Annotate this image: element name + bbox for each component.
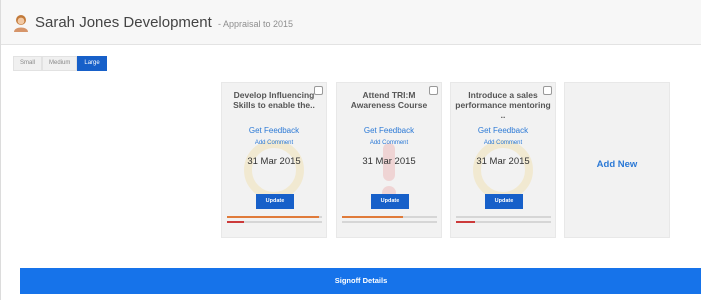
avatar-icon	[14, 15, 28, 32]
progress-bar-secondary	[227, 221, 322, 223]
due-date: 31 Mar 2015	[247, 156, 301, 167]
progress-bar-secondary	[456, 221, 551, 223]
progress-fill	[456, 221, 475, 223]
size-medium-button[interactable]: Medium	[42, 56, 78, 71]
header: Sarah Jones Development - Appraisal to 2…	[1, 0, 701, 45]
page-subtitle: - Appraisal to 2015	[217, 19, 294, 29]
progress-bar-primary	[342, 216, 437, 218]
app-frame: Sarah Jones Development - Appraisal to 2…	[0, 0, 701, 300]
get-feedback-link[interactable]: Get Feedback	[337, 126, 441, 135]
objective-card[interactable]: Develop Influencing Skills to enable the…	[221, 82, 327, 238]
progress-bar-primary	[227, 216, 322, 218]
update-button[interactable]: Update	[485, 194, 523, 209]
progress-bar-secondary	[342, 221, 437, 223]
page-title-text: Sarah Jones Development	[35, 14, 212, 31]
progress-fill	[227, 221, 245, 223]
progress-fill	[227, 216, 320, 218]
add-new-card[interactable]: Add New	[564, 82, 670, 238]
update-button[interactable]: Update	[371, 194, 409, 209]
objective-card[interactable]: Attend TRI:M Awareness Course Get Feedba…	[336, 82, 442, 238]
update-button[interactable]: Update	[256, 194, 294, 209]
card-title: Develop Influencing Skills to enable the…	[233, 90, 315, 110]
size-toggle: Small Medium Large	[13, 56, 107, 71]
objective-card[interactable]: Introduce a sales performance mentoring …	[450, 82, 556, 238]
progress-bar-primary	[456, 216, 551, 218]
add-comment-link[interactable]: Add Comment	[222, 140, 326, 146]
size-small-button[interactable]: Small	[13, 56, 43, 71]
signoff-details-button[interactable]: Signoff Details	[20, 268, 701, 294]
card-title: Attend TRI:M Awareness Course	[350, 90, 428, 110]
add-comment-link[interactable]: Add Comment	[337, 140, 441, 146]
get-feedback-link[interactable]: Get Feedback	[451, 126, 555, 135]
card-title: Introduce a sales performance mentoring …	[455, 90, 551, 120]
get-feedback-link[interactable]: Get Feedback	[222, 126, 326, 135]
size-large-button[interactable]: Large	[77, 56, 107, 71]
page-title: Sarah Jones Development - Appraisal to 2…	[35, 14, 293, 31]
add-comment-link[interactable]: Add Comment	[451, 140, 555, 146]
add-new-button[interactable]: Add New	[565, 159, 669, 170]
due-date: 31 Mar 2015	[362, 156, 416, 167]
progress-fill	[342, 216, 403, 218]
due-date: 31 Mar 2015	[476, 156, 530, 167]
